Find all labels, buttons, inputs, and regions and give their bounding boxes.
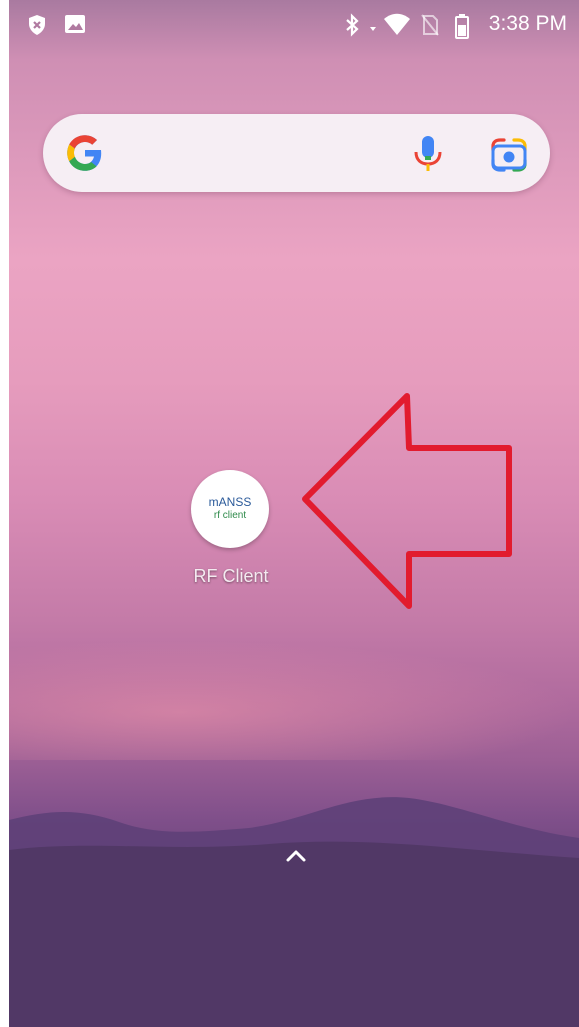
wifi-icon — [384, 13, 410, 35]
app-logo-text-bottom: rf client — [214, 510, 246, 521]
status-bar: 3:38 PM — [9, 0, 579, 52]
red-arrow-annotation — [302, 393, 512, 609]
wallpaper-glow — [9, 640, 579, 760]
battery-icon — [455, 14, 469, 39]
rf-client-app-icon[interactable]: mАNSS rf client — [191, 470, 269, 548]
chevron-up-icon[interactable] — [284, 846, 308, 864]
google-search-bar[interactable] — [43, 114, 550, 192]
wallpaper-hills — [9, 797, 579, 1027]
app-logo-text-top: mАNSS — [209, 495, 252, 509]
bluetooth-icon — [346, 13, 359, 37]
no-sim-icon — [421, 14, 439, 36]
google-lens-icon[interactable] — [489, 136, 529, 174]
status-time: 3:38 PM — [488, 12, 567, 35]
security-shield-icon — [29, 15, 45, 35]
app-rf-client[interactable]: mАNSS rf client RF Client — [179, 470, 283, 600]
google-g-logo-icon — [67, 135, 102, 171]
data-activity-icon — [370, 27, 376, 31]
home-screen: 3:38 PM mАNSS rf client RF Client — [9, 0, 579, 1027]
gallery-notification-icon — [65, 15, 85, 33]
app-label: RF Client — [193, 566, 269, 586]
microphone-icon[interactable] — [410, 134, 446, 174]
manss-rf-client-logo: mАNSS rf client — [209, 495, 252, 521]
